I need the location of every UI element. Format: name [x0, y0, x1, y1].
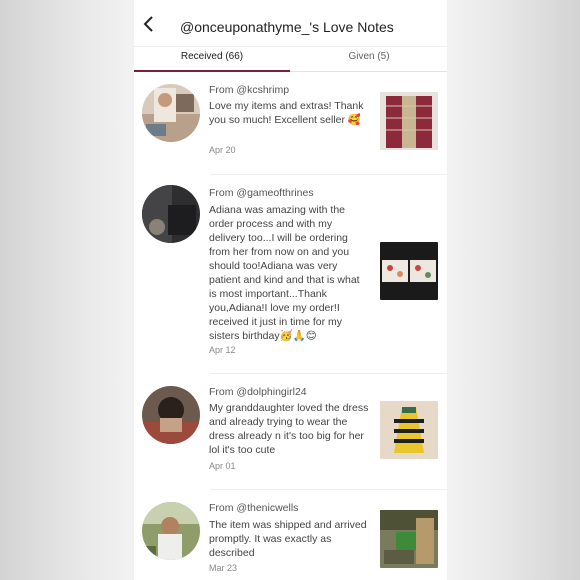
tab-given[interactable]: Given (5): [291, 46, 447, 70]
note-date: Apr 01: [209, 461, 236, 471]
tab-received[interactable]: Received (66): [134, 46, 290, 70]
note-sender[interactable]: From @dolphingirl24: [209, 386, 307, 398]
note-date: Apr 20: [209, 145, 236, 155]
note-date: Apr 12: [209, 345, 236, 355]
background-left: [0, 0, 134, 580]
avatar[interactable]: [142, 502, 200, 560]
note-sender[interactable]: From @kcshrimp: [209, 84, 289, 96]
tab-bar: Received (66) Given (5): [134, 46, 447, 72]
avatar-image: [142, 84, 200, 142]
chevron-left-icon: [143, 16, 153, 32]
item-image: [380, 510, 438, 568]
avatar-image: [142, 185, 200, 243]
love-note: From @dolphingirl24 My granddaughter lov…: [142, 374, 447, 490]
note-date: Mar 23: [209, 563, 238, 573]
note-message: Adiana was amazing with the order proces…: [209, 204, 360, 342]
note-message: Love my items and extras! Thank you so m…: [209, 100, 364, 126]
avatar-image: [142, 386, 200, 444]
avatar-image: [142, 502, 200, 560]
header: @onceuponathyme_'s Love Notes: [134, 0, 447, 47]
love-note: From @thenicwells The item was shipped a…: [142, 490, 447, 580]
background-right: [447, 0, 580, 580]
item-thumbnail[interactable]: [380, 510, 438, 568]
note-message: The item was shipped and arrived promptl…: [209, 519, 367, 559]
note-message: My granddaughter loved the dress and alr…: [209, 402, 369, 456]
back-button[interactable]: [140, 14, 160, 34]
item-thumbnail[interactable]: [380, 242, 438, 300]
avatar[interactable]: [142, 185, 200, 243]
item-image: [380, 92, 438, 150]
item-image: [380, 242, 438, 300]
avatar[interactable]: [142, 84, 200, 142]
item-thumbnail[interactable]: [380, 92, 438, 150]
love-notes-screen: @onceuponathyme_'s Love Notes Received (…: [134, 0, 447, 580]
item-image: [380, 401, 438, 459]
note-sender[interactable]: From @gameofthrines: [209, 187, 314, 199]
avatar[interactable]: [142, 386, 200, 444]
love-note: From @gameofthrines Adiana was amazing w…: [142, 175, 447, 374]
page-title: @onceuponathyme_'s Love Notes: [180, 19, 394, 35]
note-sender[interactable]: From @thenicwells: [209, 502, 298, 514]
item-thumbnail[interactable]: [380, 401, 438, 459]
love-note: From @kcshrimp Love my items and extras!…: [142, 72, 447, 175]
